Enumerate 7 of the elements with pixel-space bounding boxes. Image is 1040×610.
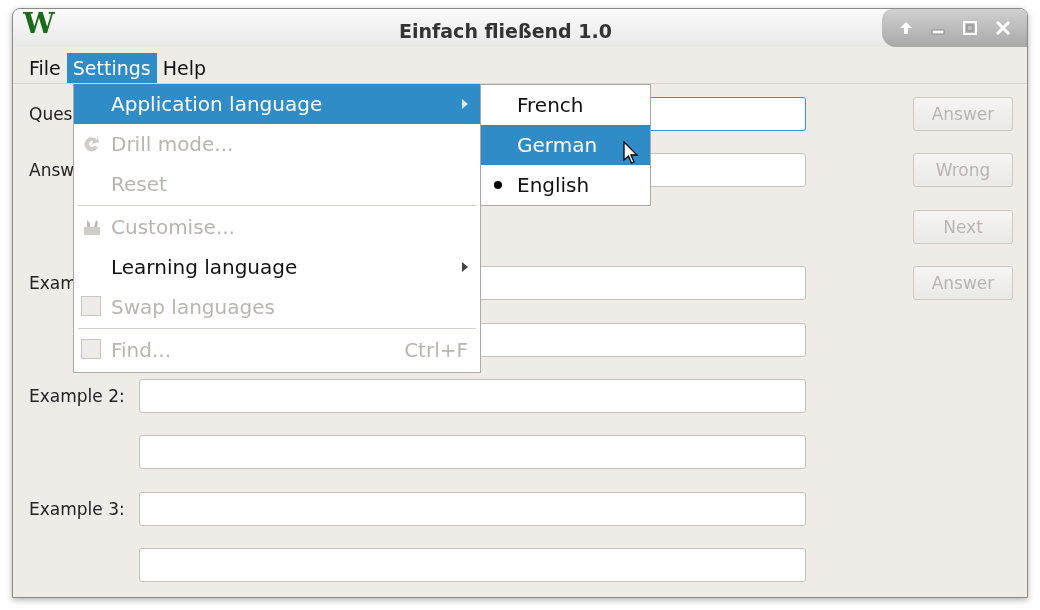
field-label: Example 3:: [29, 497, 125, 521]
shortcut-label: Ctrl+F: [404, 338, 468, 362]
app-logo: W: [23, 9, 55, 39]
window-title: Einfach fließend 1.0: [398, 19, 613, 44]
field-label: Ques: [29, 103, 73, 126]
field-label: Answ: [29, 159, 75, 183]
field-label: Example 2:: [29, 384, 125, 408]
